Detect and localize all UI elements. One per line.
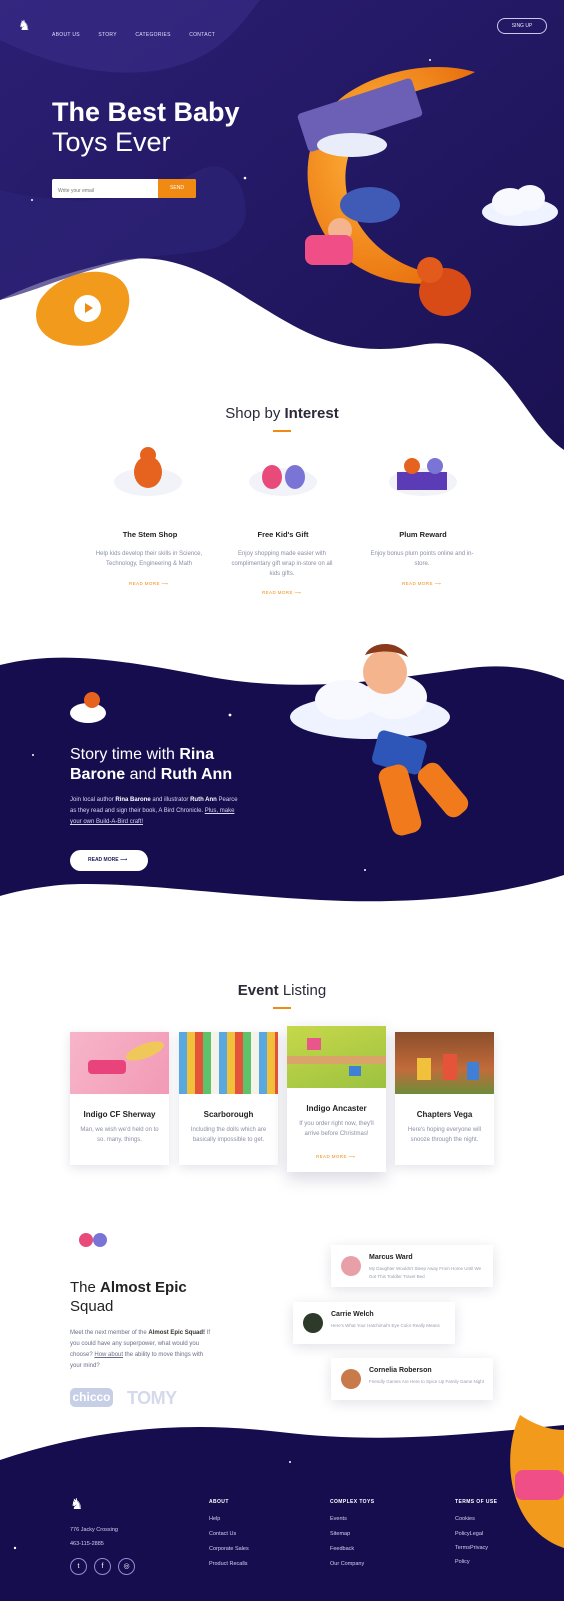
play-icon xyxy=(85,303,93,313)
read-more-plum-reward[interactable]: READ MORE ⟶ xyxy=(402,581,441,587)
event-card-chapters-vega[interactable]: Chapters Vega Here's hoping everyone wil… xyxy=(395,1032,494,1165)
review-card-carrie-welch[interactable]: Carrie Welch Here's What Your Hatchimal'… xyxy=(293,1302,455,1344)
review-text: Here's What Your Hatchimal's Eye Color R… xyxy=(331,1323,440,1328)
footer-link-help[interactable]: Help xyxy=(209,1516,220,1522)
email-form: SEND xyxy=(52,179,196,198)
footer-link-feedback[interactable]: Feedback xyxy=(330,1546,354,1552)
footer-link-our-company[interactable]: Our Company xyxy=(330,1561,364,1567)
event-text: Including the dolls which are basically … xyxy=(190,1127,267,1143)
footer-heading-terms-of-use: TERMS OF USE xyxy=(455,1499,498,1505)
event-card-indigo-ancaster[interactable]: Indigo Ancaster If you order right now, … xyxy=(287,1026,386,1172)
event-text: Man, we wish we'd held on to so. many. t… xyxy=(80,1127,159,1143)
footer-link-policy-legal[interactable]: PolicyLegal xyxy=(455,1531,483,1537)
story-title: Story time with Rina Barone and Ruth Ann xyxy=(70,746,233,783)
avatar xyxy=(341,1369,361,1389)
hero-title: The Best Baby Toys Ever xyxy=(52,97,240,157)
arrow-right-icon: ⟶ xyxy=(119,857,128,863)
footer-link-events[interactable]: Events xyxy=(330,1516,347,1522)
hero-title-bold: The Best Baby xyxy=(52,97,240,127)
facebook-icon[interactable]: f xyxy=(94,1558,111,1575)
review-name: Carrie Welch xyxy=(331,1311,374,1318)
event-title: Indigo Ancaster xyxy=(306,1104,367,1113)
squad-title: The Almost Epic Squad xyxy=(70,1279,187,1315)
review-name: Cornelia Roberson xyxy=(369,1367,432,1374)
arrow-right-icon: ⟶ xyxy=(348,1154,356,1159)
interest-title: Shop by Interest xyxy=(225,405,339,422)
main-nav: ABOUT US STORY CATEGORIES CONTACT xyxy=(52,23,229,41)
footer-link-policy[interactable]: Policy xyxy=(455,1559,470,1565)
nav-contact[interactable]: CONTACT xyxy=(189,32,215,38)
nav-categories[interactable]: CATEGORIES xyxy=(135,32,170,38)
footer-heading-complex-toys: COMPLEX TOYS xyxy=(330,1499,375,1505)
event-text: If you order right now, they'll arrive b… xyxy=(299,1121,374,1137)
event-title: Chapters Vega xyxy=(416,1110,473,1119)
squad-description: Meet the next member of the Almost Epic … xyxy=(70,1330,211,1369)
event-image-toy-blocks xyxy=(179,1032,278,1094)
events-underline xyxy=(273,1007,291,1009)
footer-phone: 463-115-2885 xyxy=(70,1541,104,1547)
instagram-icon[interactable]: ◎ xyxy=(118,1558,135,1575)
events-title: Event Listing xyxy=(237,982,327,999)
card-text-plum-reward: Enjoy bonus plum points online and in-st… xyxy=(370,551,474,567)
nav-story[interactable]: STORY xyxy=(98,32,117,38)
avatar xyxy=(303,1313,323,1333)
arrow-right-icon: ⟶ xyxy=(161,581,169,586)
logo-icon[interactable]: ♞ xyxy=(18,18,36,32)
footer-link-sitemap[interactable]: Sitemap xyxy=(330,1531,350,1537)
review-card-cornelia-roberson[interactable]: Cornelia Roberson Friendly Games Are Her… xyxy=(331,1358,493,1400)
event-card-scarborough[interactable]: Scarborough Including the dolls which ar… xyxy=(179,1032,278,1165)
event-read-more[interactable]: READ MORE ⟶ xyxy=(316,1154,355,1160)
review-text: My Daughter Wouldn't Sleep Away From Hom… xyxy=(369,1266,482,1279)
play-button[interactable] xyxy=(74,295,101,322)
review-name: Marcus Ward xyxy=(369,1254,413,1261)
card-title-free-kids-gift: Free Kid's Gift xyxy=(257,530,309,539)
event-card-indigo-cf-sherway[interactable]: Indigo CF Sherway Man, we wish we'd held… xyxy=(70,1032,169,1165)
how-about-link[interactable]: How about xyxy=(94,1352,123,1358)
event-image-toy-town xyxy=(287,1026,386,1088)
event-image-toy-gun xyxy=(70,1032,169,1094)
footer-address: 776 Jacky Crossing xyxy=(70,1527,118,1533)
review-text: Friendly Games Are Here to Spice Up Fami… xyxy=(369,1379,485,1384)
card-title-plum-reward: Plum Reward xyxy=(399,530,447,539)
footer-link-contact-us[interactable]: Contact Us xyxy=(209,1531,236,1537)
footer-link-product-recalls[interactable]: Product Recalls xyxy=(209,1561,248,1567)
story-description: Join local author Rina Barone and illust… xyxy=(70,797,238,825)
event-title: Scarborough xyxy=(203,1110,254,1119)
avatar xyxy=(341,1256,361,1276)
story-read-more-button[interactable]: READ MORE ⟶ xyxy=(70,850,148,871)
send-button[interactable]: SEND xyxy=(158,179,196,198)
footer-link-cookies[interactable]: Cookies xyxy=(455,1516,475,1522)
footer-link-terms-privacy[interactable]: TermsPrivacy xyxy=(455,1545,488,1551)
twitter-icon[interactable]: t xyxy=(70,1558,87,1575)
arrow-right-icon: ⟶ xyxy=(434,581,442,586)
hero-title-light: Toys Ever xyxy=(52,127,171,157)
footer-link-corporate-sales[interactable]: Corporate Sales xyxy=(209,1546,249,1552)
nav-about-us[interactable]: ABOUT US xyxy=(52,32,80,38)
brand-logo-tomy: TOMY xyxy=(127,1388,177,1408)
card-text-stem-shop: Help kids develop their skills in Scienc… xyxy=(95,551,203,567)
signup-button[interactable]: SING UP xyxy=(497,18,547,34)
event-text: Here's hoping everyone will snooze throu… xyxy=(407,1127,482,1143)
interest-underline xyxy=(273,430,291,432)
read-more-stem-shop[interactable]: READ MORE ⟶ xyxy=(129,581,168,587)
card-title-stem-shop: The Stem Shop xyxy=(122,530,178,539)
event-title: Indigo CF Sherway xyxy=(83,1110,156,1119)
footer-logo-icon[interactable]: ♞ xyxy=(70,1497,83,1512)
review-card-marcus-ward[interactable]: Marcus Ward My Daughter Wouldn't Sleep A… xyxy=(331,1245,493,1287)
event-image-lego-figures xyxy=(395,1032,494,1094)
card-text-free-kids-gift: Enjoy shopping made easier with complime… xyxy=(231,551,333,577)
footer-heading-about: ABOUT xyxy=(209,1499,229,1505)
brand-logo-chicco: chicco xyxy=(70,1388,113,1407)
arrow-right-icon: ⟶ xyxy=(294,590,302,595)
email-input[interactable] xyxy=(52,181,156,198)
read-more-free-kids-gift[interactable]: READ MORE ⟶ xyxy=(262,590,301,596)
